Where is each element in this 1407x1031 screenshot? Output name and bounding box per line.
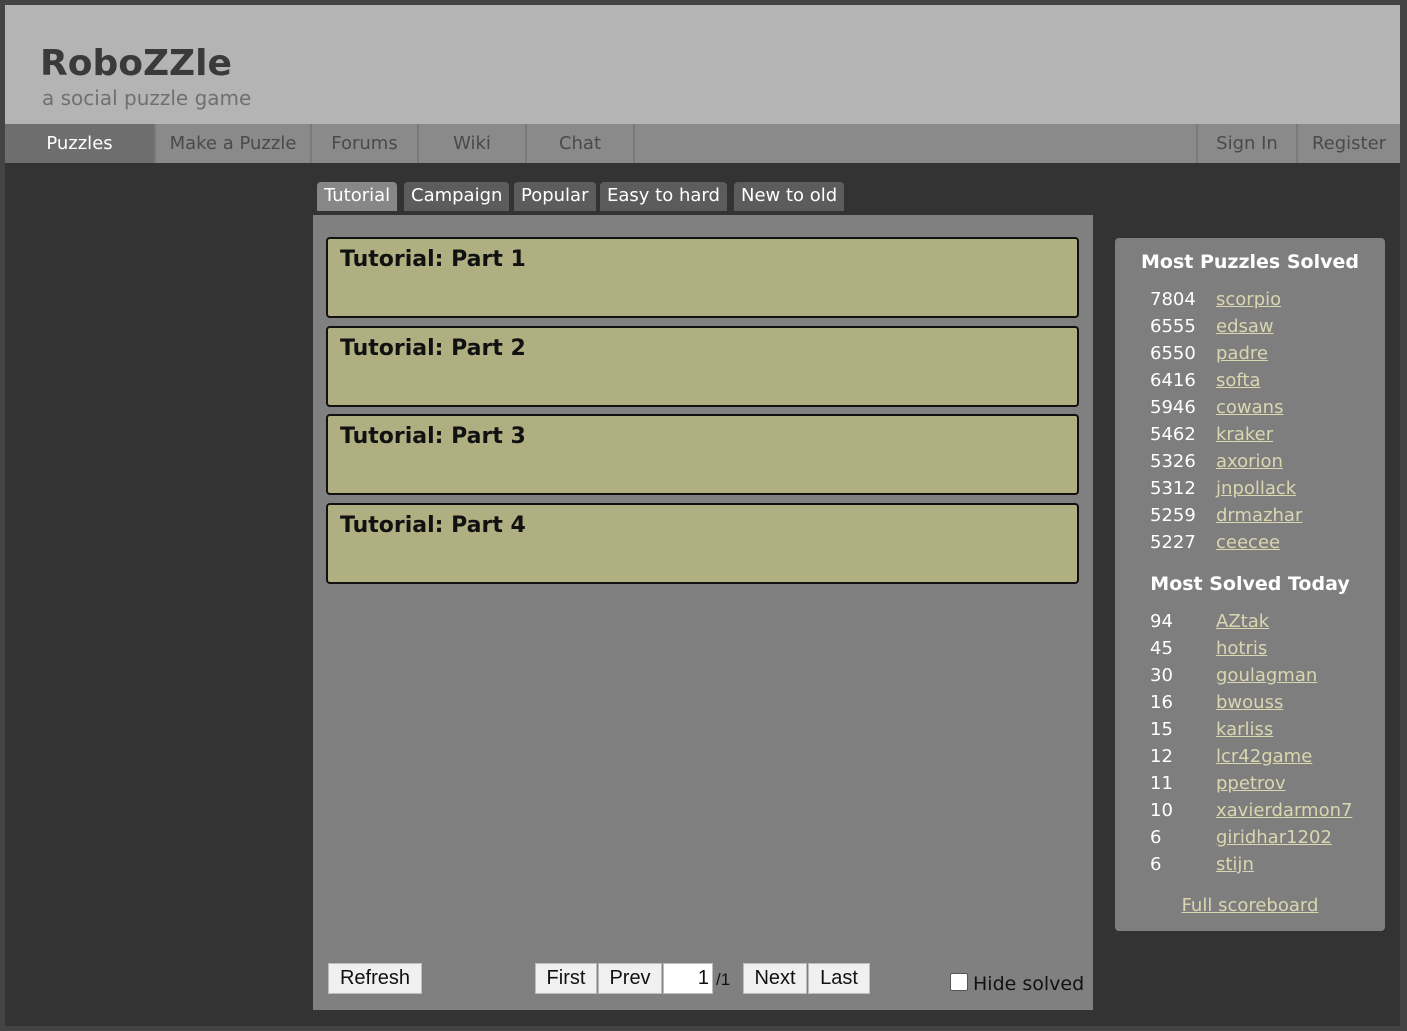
score-count: 5462 [1150,424,1196,445]
nav-wiki[interactable]: Wiki [419,124,527,163]
puzzle-card[interactable]: Tutorial: Part 4 [326,503,1079,584]
player-link[interactable]: giridhar1202 [1216,827,1332,848]
score-row: 30 goulagman [1150,665,1385,692]
score-row: 6416 softa [1150,370,1385,397]
score-count: 5312 [1150,478,1196,499]
nav-make-puzzle[interactable]: Make a Puzzle [156,124,312,163]
hide-solved-checkbox[interactable] [950,973,968,991]
score-count: 5259 [1150,505,1196,526]
score-count: 6 [1150,854,1162,875]
score-row: 5946 cowans [1150,397,1385,424]
puzzle-card[interactable]: Tutorial: Part 3 [326,414,1079,495]
player-link[interactable]: kraker [1216,424,1273,445]
score-count: 6555 [1150,316,1196,337]
puzzle-title[interactable]: Tutorial: Part 3 [340,424,526,449]
main-nav: Puzzles Make a Puzzle Forums Wiki Chat S… [5,124,1400,163]
site-header: RoboZZle a social puzzle game [5,5,1400,124]
puzzle-card[interactable]: Tutorial: Part 1 [326,237,1079,318]
score-count: 30 [1150,665,1173,686]
player-link[interactable]: drmazhar [1216,505,1302,526]
nav-sign-in[interactable]: Sign In [1196,124,1298,163]
last-page-button[interactable]: Last [808,963,870,994]
score-row: 15 karliss [1150,719,1385,746]
puzzle-card[interactable]: Tutorial: Part 2 [326,326,1079,407]
score-count: 6 [1150,827,1162,848]
full-scoreboard-link[interactable]: Full scoreboard [1115,895,1385,916]
player-link[interactable]: lcr42game [1216,746,1312,767]
tab-campaign[interactable]: Campaign [404,182,510,211]
score-count: 5946 [1150,397,1196,418]
score-count: 45 [1150,638,1173,659]
player-link[interactable]: AZtak [1216,611,1269,632]
nav-puzzles[interactable]: Puzzles [5,124,156,163]
score-row: 5227 ceecee [1150,532,1385,559]
tab-popular[interactable]: Popular [514,182,596,211]
site-title[interactable]: RoboZZle [40,43,232,84]
nav-forums[interactable]: Forums [312,124,419,163]
tab-easy-to-hard[interactable]: Easy to hard [600,182,727,211]
puzzle-title[interactable]: Tutorial: Part 2 [340,336,526,361]
puzzle-list-panel: Tutorial: Part 1 Tutorial: Part 2 Tutori… [313,215,1093,1010]
score-count: 10 [1150,800,1173,821]
score-row: 6555 edsaw [1150,316,1385,343]
score-count: 11 [1150,773,1173,794]
score-row: 11 ppetrov [1150,773,1385,800]
player-link[interactable]: axorion [1216,451,1283,472]
player-link[interactable]: karliss [1216,719,1273,740]
score-count: 16 [1150,692,1173,713]
tab-new-to-old[interactable]: New to old [734,182,845,211]
player-link[interactable]: goulagman [1216,665,1317,686]
score-row: 6 giridhar1202 [1150,827,1385,854]
player-link[interactable]: ppetrov [1216,773,1286,794]
score-count: 5326 [1150,451,1196,472]
score-count: 6416 [1150,370,1196,391]
player-link[interactable]: ceecee [1216,532,1280,553]
puzzle-title[interactable]: Tutorial: Part 4 [340,513,526,538]
player-link[interactable]: xavierdarmon7 [1216,800,1352,821]
page-total: /1 [716,970,731,989]
nav-chat[interactable]: Chat [527,124,635,163]
page-number-input[interactable]: 1 [663,963,713,994]
player-link[interactable]: edsaw [1216,316,1274,337]
score-count: 7804 [1150,289,1196,310]
score-row: 5312 jnpollack [1150,478,1385,505]
puzzle-title[interactable]: Tutorial: Part 1 [340,247,526,272]
hide-solved-label[interactable]: Hide solved [973,973,1084,995]
most-solved-heading: Most Puzzles Solved [1141,251,1359,273]
score-row: 5462 kraker [1150,424,1385,451]
player-link[interactable]: bwouss [1216,692,1283,713]
player-link[interactable]: hotris [1216,638,1267,659]
prev-page-button[interactable]: Prev [598,963,662,994]
nav-register[interactable]: Register [1298,124,1400,163]
score-count: 6550 [1150,343,1196,364]
tab-tutorial[interactable]: Tutorial [317,182,398,211]
page-frame: RoboZZle a social puzzle game Puzzles Ma… [5,5,1400,1026]
site-subtitle: a social puzzle game [42,86,252,110]
score-row: 94 AZtak [1150,611,1385,638]
score-count: 15 [1150,719,1173,740]
score-row: 45 hotris [1150,638,1385,665]
score-row: 5259 drmazhar [1150,505,1385,532]
score-row: 12 lcr42game [1150,746,1385,773]
player-link[interactable]: stijn [1216,854,1254,875]
score-row: 10 xavierdarmon7 [1150,800,1385,827]
score-row: 16 bwouss [1150,692,1385,719]
score-count: 94 [1150,611,1173,632]
score-row: 6 stijn [1150,854,1385,881]
scoreboard-panel: Most Puzzles Solved 7804 scorpio 6555 edsaw… [1115,238,1385,931]
score-row: 7804 scorpio [1150,289,1385,316]
score-row: 6550 padre [1150,343,1385,370]
player-link[interactable]: scorpio [1216,289,1281,310]
first-page-button[interactable]: First [535,963,597,994]
score-row: 5326 axorion [1150,451,1385,478]
player-link[interactable]: jnpollack [1216,478,1296,499]
today-heading: Most Solved Today [1150,573,1350,595]
player-link[interactable]: softa [1216,370,1261,391]
refresh-button[interactable]: Refresh [328,963,422,994]
player-link[interactable]: cowans [1216,397,1283,418]
player-link[interactable]: padre [1216,343,1268,364]
score-count: 12 [1150,746,1173,767]
score-count: 5227 [1150,532,1196,553]
next-page-button[interactable]: Next [743,963,807,994]
